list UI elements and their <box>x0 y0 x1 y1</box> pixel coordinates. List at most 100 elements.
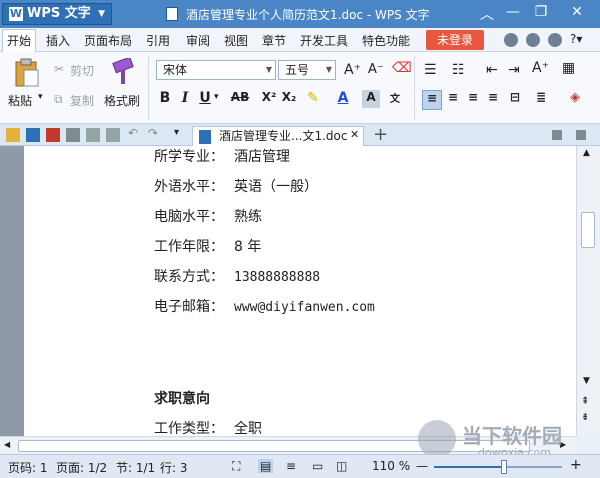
settings-icon[interactable] <box>548 33 562 47</box>
menu-developer[interactable]: 开发工具 <box>300 32 348 49</box>
print-icon[interactable] <box>66 128 80 142</box>
char-shading-icon[interactable]: A <box>362 90 380 108</box>
line-value: 13888888888 <box>234 270 321 285</box>
close-button[interactable]: ✕ <box>566 4 588 20</box>
subscript-icon[interactable]: X₂ <box>280 90 298 104</box>
phonetic-guide-icon[interactable]: 文 <box>386 90 404 105</box>
status-page-count[interactable]: 页面: 1/2 <box>56 459 107 476</box>
app-menu-button[interactable]: W WPS 文字 ▼ <box>2 3 112 25</box>
menu-features[interactable]: 特色功能 <box>362 32 410 49</box>
customize-toolbar-icon[interactable]: ▾ <box>174 127 179 138</box>
line-spacing-icon[interactable]: ≣ <box>532 90 550 104</box>
page-view-icon[interactable]: ▤ <box>258 459 274 473</box>
paste-icon[interactable] <box>14 58 40 88</box>
vertical-scrollbar[interactable]: ▲ ▼ ⇞ ⇟ <box>576 146 600 436</box>
font-color-icon[interactable]: A <box>334 90 352 106</box>
font-size-value: 五号 <box>285 63 310 77</box>
cloud-icon[interactable] <box>504 33 518 47</box>
superscript-icon[interactable]: X² <box>260 90 278 104</box>
justify-icon[interactable]: ≡ <box>484 90 502 104</box>
font-name-select[interactable]: 宋体 ▼ <box>156 60 276 80</box>
line-value: 英语（一般） <box>234 179 318 195</box>
menu-view[interactable]: 视图 <box>224 32 248 49</box>
font-size-select[interactable]: 五号 ▼ <box>278 60 336 80</box>
paste-dropdown-icon[interactable]: ▾ <box>38 92 43 102</box>
menu-page-layout[interactable]: 页面布局 <box>84 32 132 49</box>
new-tab-icon[interactable]: + <box>373 124 388 145</box>
scroll-left-icon[interactable]: ◀ <box>4 440 10 449</box>
cut-button[interactable]: 剪切 <box>70 62 94 79</box>
line-value: www@diyifanwen.com <box>234 300 375 315</box>
document-page[interactable]: 所学专业： 酒店管理 外语水平： 英语（一般） 电脑水平： 熟练 工作年限： 8 年 联… <box>24 146 576 437</box>
menu-insert[interactable]: 插入 <box>46 32 70 49</box>
restore-button[interactable]: ❐ <box>530 4 552 20</box>
italic-icon[interactable]: I <box>176 90 194 106</box>
format-painter-icon[interactable] <box>110 58 136 86</box>
table-icon[interactable]: ▦ <box>562 60 575 76</box>
menu-references[interactable]: 引用 <box>146 32 170 49</box>
login-button[interactable]: 未登录 <box>426 30 484 50</box>
decrease-indent-icon[interactable]: ⇤ <box>486 62 498 78</box>
shrink-font-icon[interactable]: A⁻ <box>368 62 384 77</box>
open-folder-icon[interactable] <box>6 128 20 142</box>
close-tab-icon[interactable]: ✕ <box>350 128 359 141</box>
tab-menu-icon[interactable] <box>576 130 586 140</box>
font-name-value: 宋体 <box>163 63 188 77</box>
save-icon[interactable] <box>26 128 40 142</box>
collapse-ribbon-icon[interactable]: ︿ <box>476 4 498 24</box>
align-right-icon[interactable]: ≡ <box>464 90 482 104</box>
outline-view-icon[interactable]: ≡ <box>286 459 296 473</box>
zoom-slider-thumb[interactable] <box>501 460 507 474</box>
zoom-level[interactable]: 110 % <box>372 459 410 473</box>
minimize-button[interactable]: — <box>502 4 524 20</box>
spell-check-icon[interactable] <box>106 128 120 142</box>
redo-icon[interactable]: ↷ <box>148 126 158 140</box>
bold-icon[interactable]: B <box>156 90 174 106</box>
underline-icon[interactable]: U <box>196 90 214 106</box>
underline-dropdown-icon[interactable]: ▾ <box>214 92 219 102</box>
undo-icon[interactable]: ↶ <box>128 126 138 140</box>
cut-icon[interactable]: ✂ <box>54 62 64 76</box>
scroll-up-icon[interactable]: ▲ <box>583 148 590 158</box>
menu-home[interactable]: 开始 <box>2 29 37 52</box>
web-view-icon[interactable]: ▭ <box>312 459 323 473</box>
skin-icon[interactable] <box>526 33 540 47</box>
copy-icon[interactable]: ⧉ <box>54 92 63 107</box>
print-preview-icon[interactable] <box>86 128 100 142</box>
menu-chapter[interactable]: 章节 <box>262 32 286 49</box>
shading-fill-icon[interactable]: ◈ <box>566 90 584 105</box>
tab-list-icon[interactable] <box>552 130 562 140</box>
grow-font-icon[interactable]: A⁺ <box>344 62 361 78</box>
help-icon[interactable]: ?▾ <box>570 32 582 46</box>
export-pdf-icon[interactable] <box>46 128 60 142</box>
zoom-out-icon[interactable]: — <box>416 459 428 473</box>
reading-mode-icon[interactable]: ◫ <box>336 459 347 473</box>
text-direction-icon[interactable]: A⁺ <box>532 60 549 76</box>
scroll-down-icon[interactable]: ▼ <box>583 376 590 386</box>
zoom-slider[interactable] <box>434 460 562 474</box>
zoom-in-icon[interactable]: + <box>570 457 582 473</box>
distributed-align-icon[interactable]: ⊟ <box>506 90 524 104</box>
align-center-icon[interactable]: ≡ <box>444 90 462 104</box>
highlight-icon[interactable]: ✎ <box>304 90 322 106</box>
chevron-down-icon: ▼ <box>98 9 105 19</box>
bullet-list-icon[interactable]: ☰ <box>424 62 437 78</box>
format-painter-button[interactable]: 格式刷 <box>104 92 140 109</box>
menu-review[interactable]: 审阅 <box>186 32 210 49</box>
doc-line-computer: 电脑水平： 熟练 <box>154 206 262 226</box>
align-left-icon[interactable]: ≡ <box>422 90 442 110</box>
line-label: 联系方式： <box>154 269 224 285</box>
increase-indent-icon[interactable]: ⇥ <box>508 62 520 78</box>
line-value: 酒店管理 <box>234 149 290 165</box>
paste-button[interactable]: 粘贴 <box>8 92 32 109</box>
vertical-scroll-thumb[interactable] <box>581 212 595 248</box>
clear-format-icon[interactable]: ⌫ <box>392 60 412 76</box>
prev-page-icon[interactable]: ⇞ <box>581 396 589 407</box>
chevron-down-icon: ▼ <box>325 65 332 74</box>
ribbon-separator <box>148 56 149 120</box>
fullscreen-view-icon[interactable]: ⛶ <box>232 459 240 474</box>
doc-tab[interactable]: 酒店管理专业...文1.doc <box>192 126 364 146</box>
numbered-list-icon[interactable]: ☷ <box>452 62 465 78</box>
strikethrough-icon[interactable]: AB <box>226 90 254 104</box>
copy-button[interactable]: 复制 <box>70 92 94 109</box>
